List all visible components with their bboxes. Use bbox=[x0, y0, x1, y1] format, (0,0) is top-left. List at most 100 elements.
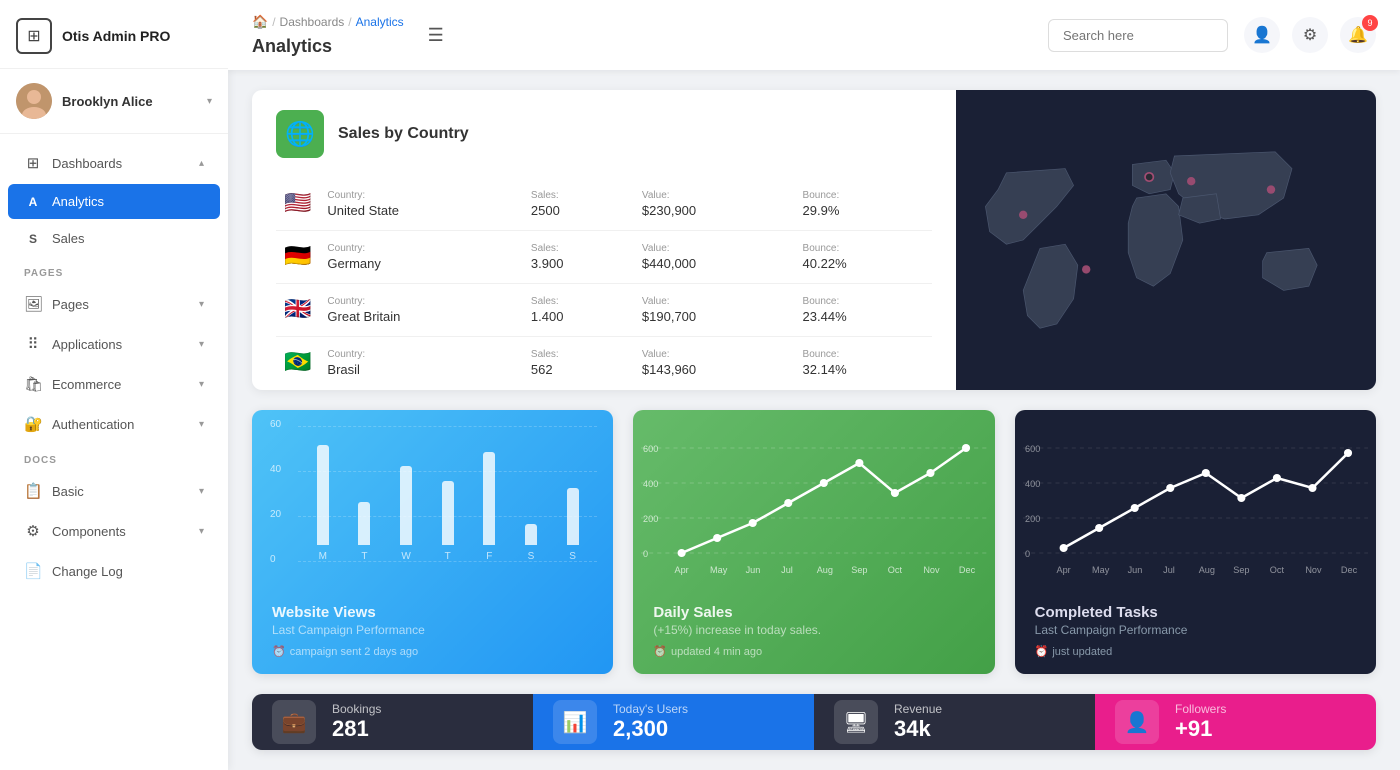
clock-icon: ⏰ bbox=[653, 645, 667, 658]
stat-item-followers: 👤 Followers +91 bbox=[1095, 694, 1376, 750]
sidebar-item-label: Analytics bbox=[52, 194, 204, 209]
card-title: Sales by Country bbox=[338, 125, 469, 143]
sidebar-item-pages[interactable]: 🖼 Pages ▾ bbox=[8, 285, 220, 323]
svg-text:Jul: Jul bbox=[781, 565, 793, 575]
breadcrumb-analytics[interactable]: Analytics bbox=[356, 15, 404, 29]
country-flag: 🇩🇪 bbox=[276, 231, 319, 284]
table-row: 🇬🇧 Country: Great Britain Sales: 1.400 V… bbox=[276, 284, 932, 337]
chart-subtitle: (+15%) increase in today sales. bbox=[653, 623, 974, 637]
sidebar-user[interactable]: Brooklyn Alice ▾ bbox=[0, 69, 228, 134]
sidebar-item-components[interactable]: ⚙ Components ▾ bbox=[8, 512, 220, 550]
sidebar-item-ecommerce[interactable]: 🛍 Ecommerce ▾ bbox=[8, 365, 220, 403]
bookings-icon: 💼 bbox=[272, 700, 316, 744]
svg-text:Jun: Jun bbox=[746, 565, 761, 575]
basic-icon: 📋 bbox=[24, 482, 42, 500]
menu-icon[interactable]: ☰ bbox=[428, 25, 444, 46]
completed-tasks-footer: Completed Tasks Last Campaign Performanc… bbox=[1015, 590, 1376, 674]
notification-badge: 9 bbox=[1362, 15, 1378, 31]
website-views-card: 60 40 20 0 M T W T F bbox=[252, 410, 613, 674]
svg-text:0: 0 bbox=[1025, 549, 1030, 559]
notifications-button[interactable]: 🔔 9 bbox=[1340, 17, 1376, 53]
breadcrumb-dashboards[interactable]: Dashboards bbox=[280, 15, 345, 29]
svg-text:Oct: Oct bbox=[1269, 565, 1284, 575]
svg-text:Aug: Aug bbox=[817, 565, 833, 575]
svg-text:200: 200 bbox=[1025, 514, 1040, 524]
svg-text:Sep: Sep bbox=[852, 565, 868, 575]
bar-group: M bbox=[308, 445, 338, 562]
chevron-down-icon: ▾ bbox=[199, 299, 204, 310]
charts-row: 60 40 20 0 M T W T F bbox=[252, 410, 1376, 674]
sidebar-item-changelog[interactable]: 📄 Change Log bbox=[8, 552, 220, 590]
sidebar-item-analytics[interactable]: A Analytics bbox=[8, 184, 220, 219]
country-flag: 🇧🇷 bbox=[276, 337, 319, 390]
world-map-section bbox=[956, 90, 1376, 390]
svg-text:Nov: Nov bbox=[1305, 565, 1322, 575]
svg-text:Aug: Aug bbox=[1198, 565, 1214, 575]
globe-icon: 🌐 bbox=[276, 110, 324, 158]
sidebar-item-applications[interactable]: ⠿ Applications ▾ bbox=[8, 325, 220, 363]
chart-subtitle: Last Campaign Performance bbox=[1035, 623, 1356, 637]
bar bbox=[567, 488, 579, 545]
search-input[interactable] bbox=[1048, 19, 1228, 52]
sales-table: 🇺🇸 Country: United State Sales: 2500 Val… bbox=[276, 178, 932, 389]
auth-icon: 🔐 bbox=[24, 415, 42, 433]
bar bbox=[442, 481, 454, 545]
bar-label: M bbox=[319, 551, 327, 562]
sidebar-item-authentication[interactable]: 🔐 Authentication ▾ bbox=[8, 405, 220, 443]
completed-tasks-card: 600 400 200 0 Apr bbox=[1015, 410, 1376, 674]
sidebar-navigation: ⊞ Dashboards ▴ A Analytics S Sales PAGES… bbox=[0, 134, 228, 770]
main-content: 🏠 / Dashboards / Analytics Analytics ☰ 👤… bbox=[228, 0, 1400, 770]
user-profile-button[interactable]: 👤 bbox=[1244, 17, 1280, 53]
users-chart-icon: 📊 bbox=[553, 700, 597, 744]
sidebar-item-label: Components bbox=[52, 524, 189, 539]
bar-group: T bbox=[433, 481, 463, 562]
svg-text:May: May bbox=[710, 565, 728, 575]
clock-icon: ⏰ bbox=[1035, 645, 1049, 658]
chevron-down-icon: ▾ bbox=[199, 486, 204, 497]
sidebar-item-dashboards[interactable]: ⊞ Dashboards ▴ bbox=[8, 144, 220, 182]
page-title: Analytics bbox=[252, 36, 332, 57]
sidebar-item-basic[interactable]: 📋 Basic ▾ bbox=[8, 472, 220, 510]
svg-text:400: 400 bbox=[643, 479, 658, 489]
daily-sales-chart: 600 400 200 0 bbox=[633, 410, 994, 590]
clock-icon: ⏰ bbox=[272, 645, 286, 658]
settings-button[interactable]: ⚙ bbox=[1292, 17, 1328, 53]
sidebar-item-label: Sales bbox=[52, 231, 204, 246]
sidebar-logo: ⊞ Otis Admin PRO bbox=[0, 0, 228, 69]
bar bbox=[317, 445, 329, 545]
changelog-icon: 📄 bbox=[24, 562, 42, 580]
stat-value: +91 bbox=[1175, 716, 1356, 742]
svg-text:May: May bbox=[1092, 565, 1110, 575]
bar-label: W bbox=[401, 551, 410, 562]
sales-table-section: 🌐 Sales by Country 🇺🇸 Country: United St… bbox=[252, 90, 956, 390]
country-flag: 🇺🇸 bbox=[276, 178, 319, 231]
analytics-letter-icon: A bbox=[24, 195, 42, 209]
chart-meta: ⏰ updated 4 min ago bbox=[653, 645, 974, 658]
chart-meta: ⏰ just updated bbox=[1035, 645, 1356, 658]
chart-subtitle: Last Campaign Performance bbox=[272, 623, 593, 637]
sidebar-item-sales[interactable]: S Sales bbox=[8, 221, 220, 256]
svg-text:Oct: Oct bbox=[888, 565, 903, 575]
breadcrumb: 🏠 / Dashboards / Analytics Analytics bbox=[252, 14, 404, 57]
bar-label: T bbox=[445, 551, 451, 562]
sidebar-item-label: Change Log bbox=[52, 564, 204, 579]
sidebar: ⊞ Otis Admin PRO Brooklyn Alice ▾ ⊞ Dash… bbox=[0, 0, 228, 770]
svg-text:0: 0 bbox=[643, 549, 648, 559]
docs-section-label: DOCS bbox=[0, 445, 228, 470]
bar-group: S bbox=[558, 488, 588, 562]
pages-section-label: PAGES bbox=[0, 258, 228, 283]
svg-text:Apr: Apr bbox=[675, 565, 689, 575]
svg-text:Jun: Jun bbox=[1127, 565, 1142, 575]
revenue-icon: 🖥 bbox=[834, 700, 878, 744]
bar bbox=[483, 452, 495, 545]
ecommerce-icon: 🛍 bbox=[24, 375, 42, 393]
svg-text:400: 400 bbox=[1025, 479, 1040, 489]
website-views-footer: Website Views Last Campaign Performance … bbox=[252, 590, 613, 674]
stat-value: 34k bbox=[894, 716, 1075, 742]
page-content: 🌐 Sales by Country 🇺🇸 Country: United St… bbox=[228, 70, 1400, 770]
stat-item-users: 📊 Today's Users 2,300 bbox=[533, 694, 814, 750]
stats-row: 💼 Bookings 281 📊 Today's Users 2,300 🖥 R… bbox=[252, 694, 1376, 750]
table-row: 🇺🇸 Country: United State Sales: 2500 Val… bbox=[276, 178, 932, 231]
country-flag: 🇬🇧 bbox=[276, 284, 319, 337]
bar-group: T bbox=[350, 502, 380, 562]
